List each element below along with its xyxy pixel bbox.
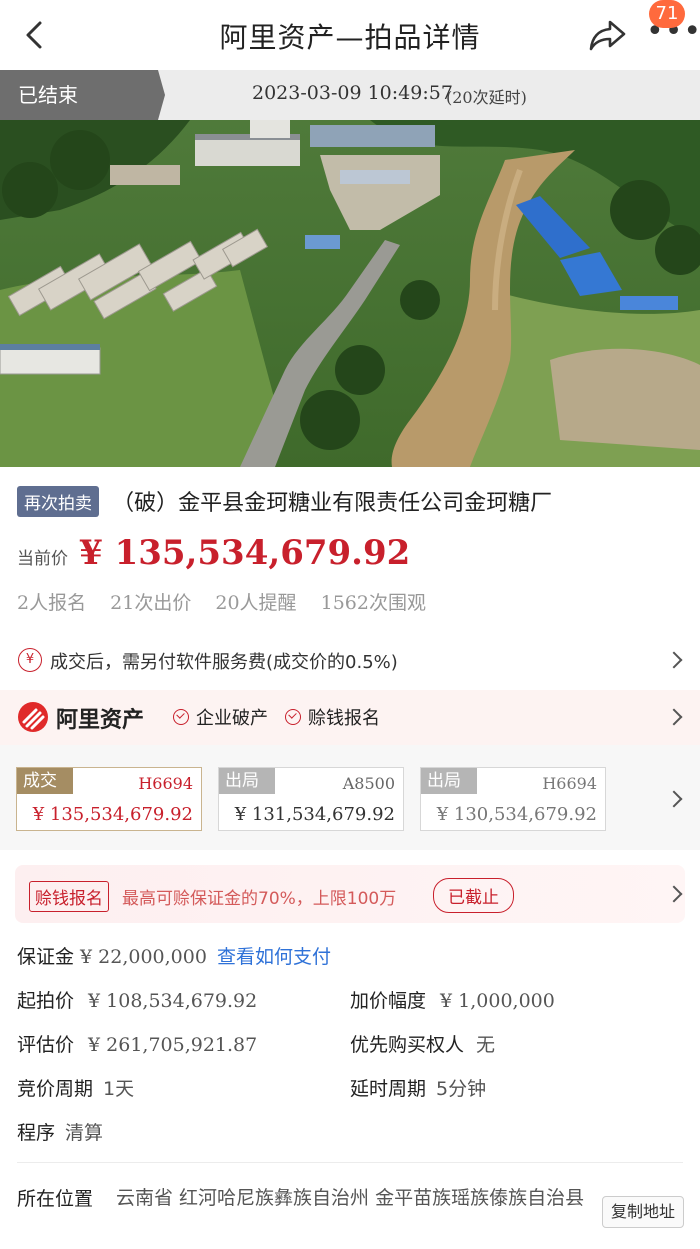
aerial-factory-image <box>0 120 700 467</box>
chevron-right-icon <box>665 885 683 903</box>
chevron-right-icon[interactable] <box>665 790 683 808</box>
location-value: 云南省 红河哈尼族彝族自治州 金平苗族瑶族傣族自治县 <box>116 1187 585 1209</box>
delay-cycle-value: 5分钟 <box>436 1078 487 1100</box>
credit-registration-tag: 赊钱报名 <box>29 881 109 912</box>
bid-status-tag: 成交 <box>17 768 73 794</box>
check-circle-icon <box>173 709 189 725</box>
how-to-pay-link[interactable]: 查看如何支付 <box>217 946 331 968</box>
procedure-value: 清算 <box>65 1122 104 1144</box>
bid-card-outbid[interactable]: 出局 A8500 ¥ 131,534,679.92 <box>218 767 404 831</box>
top-nav-bar: 阿里资产—拍品详情 ••• 71 <box>0 0 700 70</box>
priority-row: 优先购买权人无 <box>350 1030 495 1057</box>
badge-enterprise-bankruptcy: 企业破产 <box>196 708 268 729</box>
badge-credit-registration: 赊钱报名 <box>308 708 380 729</box>
ali-assets-banner[interactable]: 阿里资产 企业破产 赊钱报名 <box>0 690 700 745</box>
check-circle-icon <box>285 709 301 725</box>
bid-card-outbid[interactable]: 出局 H6694 ¥ 130,534,679.92 <box>420 767 606 831</box>
service-fee-row[interactable]: ¥ 成交后，需另付软件服务费(成交价的0.5%) <box>0 640 700 680</box>
deposit-row: 保证金 ¥ 22,000,000 查看如何支付 <box>17 942 331 969</box>
increment-value: ¥ 1,000,000 <box>440 990 555 1012</box>
current-price-value: ¥ 135,534,679.92 <box>79 533 411 573</box>
chevron-right-icon <box>665 708 683 726</box>
item-title: （破）金平县金珂糖业有限责任公司金珂糖厂 <box>112 491 553 516</box>
item-title-row: 再次拍卖 （破）金平县金珂糖业有限责任公司金珂糖厂 <box>17 485 687 517</box>
bidding-cycle-value: 1天 <box>103 1078 135 1100</box>
current-price-row: 当前价 ¥ 135,534,679.92 <box>17 533 410 573</box>
appraisal-value: ¥ 261,705,921.87 <box>88 1034 258 1056</box>
delay-cycle-label: 延时周期 <box>350 1078 427 1100</box>
stat-reminders: 20人提醒 <box>215 592 297 614</box>
bidder-code: H6694 <box>138 774 193 793</box>
location-label: 所在位置 <box>17 1188 94 1210</box>
auction-ended-label: 已结束 <box>0 70 165 120</box>
section-divider <box>17 1162 683 1163</box>
bid-status-tag: 出局 <box>421 768 477 794</box>
auction-status-bar: 已结束 2023-03-09 10:49:57 (20次延时) <box>0 70 700 120</box>
increment-label: 加价幅度 <box>350 990 427 1012</box>
re-auction-tag: 再次拍卖 <box>17 485 99 517</box>
bidder-code: A8500 <box>342 774 395 793</box>
bid-status-tag: 出局 <box>219 768 275 794</box>
increment-row: 加价幅度 ¥ 1,000,000 <box>350 986 555 1013</box>
auction-end-time: 2023-03-09 10:49:57 <box>252 82 453 104</box>
service-fee-text: 成交后，需另付软件服务费(成交价的0.5%) <box>50 652 398 673</box>
property-photo[interactable] <box>0 120 700 467</box>
start-price-value: ¥ 108,534,679.92 <box>88 990 258 1012</box>
bid-card-winner[interactable]: 成交 H6694 ¥ 135,534,679.92 <box>16 767 202 831</box>
copy-address-button[interactable]: 复制地址 <box>602 1196 684 1228</box>
bid-amount: ¥ 135,534,679.92 <box>32 804 193 825</box>
bidding-cycle-row: 竞价周期 1天 <box>17 1074 134 1101</box>
bid-amount: ¥ 131,534,679.92 <box>234 804 395 825</box>
priority-label: 优先购买权人 <box>350 1034 465 1056</box>
chevron-right-icon <box>665 651 683 669</box>
priority-value: 无 <box>476 1034 496 1056</box>
bid-amount: ¥ 130,534,679.92 <box>436 804 597 825</box>
yen-icon: ¥ <box>18 648 42 672</box>
credit-registration-desc: 最高可赊保证金的70%，上限100万 <box>122 889 397 909</box>
bidder-code: H6694 <box>542 774 597 793</box>
procedure-row: 程序 清算 <box>17 1118 103 1145</box>
stat-registrations: 2人报名 <box>17 592 87 614</box>
start-price-label: 起拍价 <box>17 990 75 1012</box>
extension-count: (20次延时) <box>446 88 527 107</box>
procedure-label: 程序 <box>17 1122 56 1144</box>
credit-registration-banner[interactable]: 赊钱报名 最高可赊保证金的70%，上限100万 已截止 <box>15 865 685 923</box>
stat-views: 1562次围观 <box>320 592 426 614</box>
current-price-label: 当前价 <box>17 549 68 569</box>
registration-closed-badge: 已截止 <box>433 878 514 913</box>
ali-assets-logo-icon <box>18 702 48 732</box>
delay-cycle-row: 延时周期 5分钟 <box>350 1074 486 1101</box>
deposit-value: ¥ 22,000,000 <box>80 946 207 968</box>
share-icon[interactable] <box>588 16 628 54</box>
bidding-cycle-label: 竞价周期 <box>17 1078 94 1100</box>
stat-bids: 21次出价 <box>110 592 192 614</box>
appraisal-row: 评估价 ¥ 261,705,921.87 <box>17 1030 257 1057</box>
notification-badge: 71 <box>649 0 685 28</box>
ali-assets-logo-text: 阿里资产 <box>56 708 145 733</box>
appraisal-label: 评估价 <box>17 1034 75 1056</box>
deposit-label: 保证金 <box>17 946 75 968</box>
auction-stats: 2人报名 21次出价 20人提醒 1562次围观 <box>17 588 444 615</box>
bid-records[interactable]: 成交 H6694 ¥ 135,534,679.92 出局 A8500 ¥ 131… <box>0 745 700 850</box>
start-price-row: 起拍价 ¥ 108,534,679.92 <box>17 986 257 1013</box>
